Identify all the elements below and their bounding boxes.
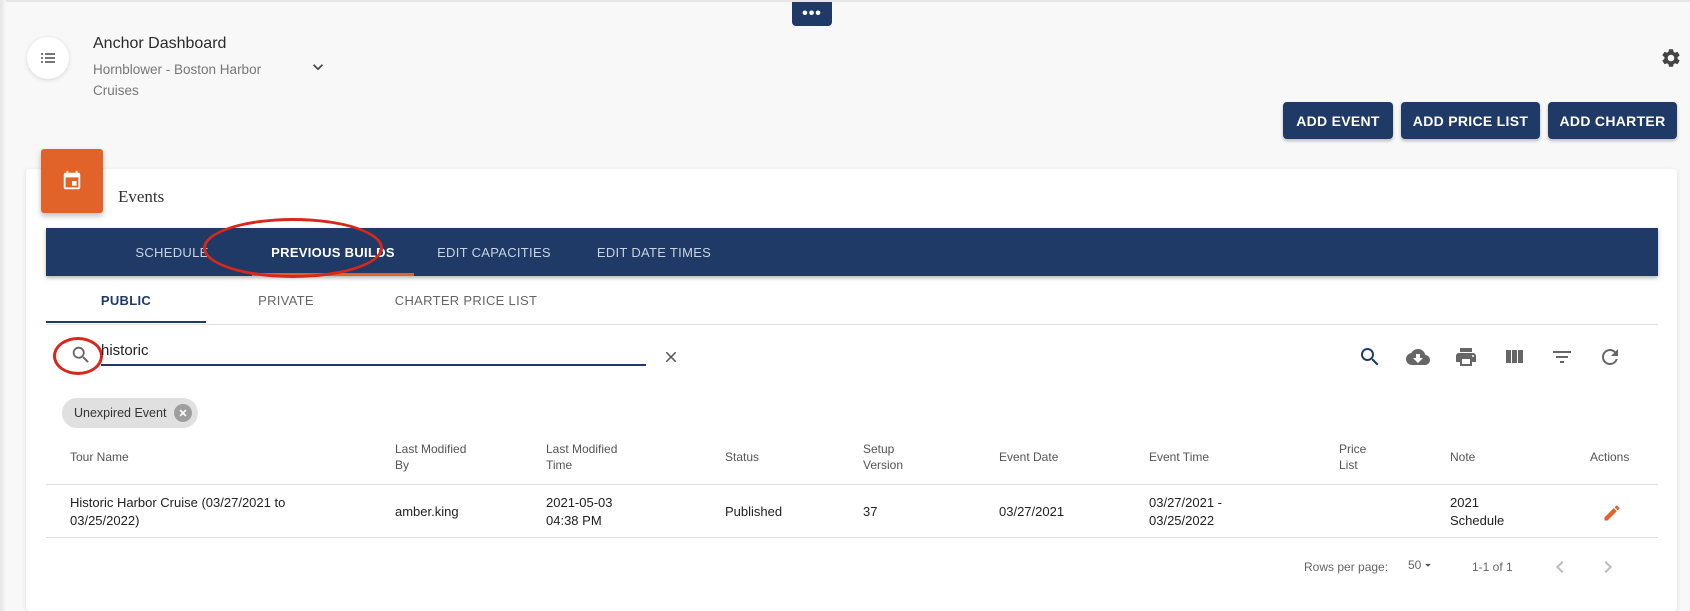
filter-chip-label: Unexpired Event	[74, 406, 167, 420]
rows-per-page-value: 50	[1408, 558, 1422, 572]
dashboard-subtitle: Hornblower - Boston Harbor Cruises	[93, 62, 262, 98]
annotation-circle-tab	[203, 218, 383, 278]
column-header-event-date[interactable]: Event Date	[999, 449, 1058, 465]
card-title: Events	[118, 187, 165, 206]
filter-icon[interactable]	[1550, 345, 1574, 369]
more-options-button[interactable]: •••	[792, 2, 832, 26]
add-price-list-button[interactable]: ADD PRICE LIST	[1401, 102, 1540, 139]
column-header-price-list[interactable]: Price List	[1339, 441, 1379, 473]
view-column-icon[interactable]	[1502, 345, 1526, 369]
cell-setup-version: 37	[863, 504, 878, 519]
column-header-status[interactable]: Status	[725, 449, 759, 465]
column-header-event-time[interactable]: Event Time	[1149, 449, 1209, 465]
row-divider	[46, 537, 1658, 538]
column-header-last-modified-by[interactable]: Last Modified By	[395, 441, 475, 473]
pagination-range: 1-1 of 1	[1472, 560, 1513, 574]
header-divider	[46, 484, 1658, 485]
top-border	[0, 0, 1690, 2]
print-icon[interactable]	[1454, 345, 1478, 369]
column-header-last-modified-time[interactable]: Last Modified Time	[546, 441, 636, 473]
column-header-note[interactable]: Note	[1450, 449, 1475, 465]
calendar-icon	[63, 170, 81, 190]
close-icon[interactable]	[662, 348, 680, 366]
rows-per-page-label: Rows per page:	[1304, 560, 1389, 574]
chip-remove-button[interactable]	[174, 404, 193, 422]
add-event-button[interactable]: ADD EVENT	[1283, 102, 1393, 139]
cell-tour-name: Historic Harbor Cruise (03/27/2021 to 03…	[70, 495, 286, 528]
dashboard-title: Anchor Dashboard	[93, 35, 227, 52]
cloud-download-icon[interactable]	[1406, 345, 1430, 369]
tab-edit-date-times[interactable]: EDIT DATE TIMES	[574, 228, 734, 276]
left-edge	[0, 0, 6, 611]
search-input[interactable]	[101, 336, 646, 366]
chevron-right-icon[interactable]	[1596, 555, 1620, 579]
filter-chip[interactable]: Unexpired Event	[62, 398, 199, 428]
subtab-public[interactable]: PUBLIC	[46, 276, 206, 324]
list-icon	[41, 53, 55, 63]
active-subtab-indicator	[46, 321, 206, 323]
cell-note: 2021 Schedule	[1450, 495, 1505, 528]
chevron-left-icon[interactable]	[1548, 555, 1572, 579]
cell-last-modified-time: 2021-05-03 04:38 PM	[546, 495, 613, 528]
close-icon	[179, 409, 187, 417]
column-header-setup-version[interactable]: Setup Version	[863, 441, 923, 473]
gear-icon[interactable]	[1660, 47, 1682, 69]
card-header-icon	[41, 149, 103, 213]
column-header-tour-name[interactable]: Tour Name	[70, 449, 129, 465]
chevron-down-icon[interactable]	[308, 57, 328, 77]
sub-tabs: PUBLIC PRIVATE CHARTER PRICE LIST	[46, 276, 1658, 325]
rows-per-page-select[interactable]: 50	[1408, 558, 1435, 572]
cell-event-time: 03/27/2021 - 03/25/2022	[1149, 495, 1223, 528]
tab-edit-capacities[interactable]: EDIT CAPACITIES	[414, 228, 574, 276]
annotation-circle-search	[53, 337, 103, 375]
add-charter-button[interactable]: ADD CHARTER	[1548, 102, 1677, 139]
search-icon[interactable]	[1358, 345, 1382, 369]
cell-last-modified-by: amber.king	[395, 504, 459, 519]
cell-status: Published	[725, 504, 783, 519]
menu-button[interactable]	[27, 37, 69, 79]
cell-event-date: 03/27/2021	[999, 504, 1065, 519]
subtab-charter-price-list[interactable]: CHARTER PRICE LIST	[366, 276, 566, 324]
column-header-actions: Actions	[1590, 450, 1630, 464]
subtab-private[interactable]: PRIVATE	[206, 276, 366, 324]
edit-icon[interactable]	[1602, 503, 1622, 523]
refresh-icon[interactable]	[1598, 345, 1622, 369]
dropdown-arrow-icon	[1425, 563, 1432, 567]
